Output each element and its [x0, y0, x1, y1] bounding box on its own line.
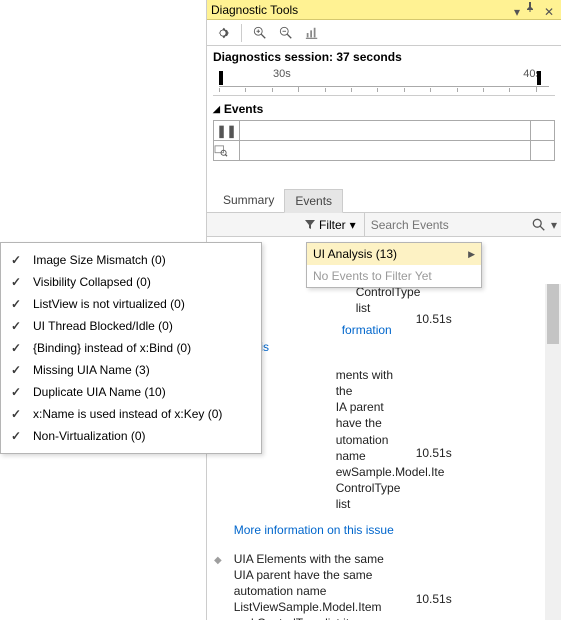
chevron-right-icon: ▶: [468, 249, 475, 260]
funnel-icon: [305, 220, 315, 230]
zoom-in-icon[interactable]: [248, 22, 272, 44]
check-icon: ✓: [11, 363, 23, 377]
zoom-out-icon[interactable]: [274, 22, 298, 44]
tab-summary[interactable]: Summary: [213, 189, 284, 212]
scroll-thumb[interactable]: [547, 284, 559, 344]
submenu-item[interactable]: ✓Duplicate UIA Name (10): [1, 381, 261, 403]
dropdown-icon[interactable]: ▾: [509, 2, 525, 18]
filter-button[interactable]: Filter ▾: [297, 213, 365, 237]
events-grid: ❚❚: [213, 120, 555, 161]
info-link[interactable]: More information on this issue: [234, 523, 394, 537]
event-time: 10.51s: [416, 312, 452, 326]
chart-icon[interactable]: [300, 22, 324, 44]
timeline-tick: 30s: [273, 68, 291, 80]
submenu-item[interactable]: ✓Visibility Collapsed (0): [1, 271, 261, 293]
submenu-item[interactable]: ✓Image Size Mismatch (0): [1, 249, 261, 271]
submenu-item[interactable]: ✓Missing UIA Name (3): [1, 359, 261, 381]
titlebar: Diagnostic Tools ▾ ✕: [207, 0, 561, 20]
check-icon: ✓: [11, 297, 23, 311]
check-icon: ✓: [11, 319, 23, 333]
events-header[interactable]: ◢ Events: [213, 102, 555, 116]
search-icon[interactable]: [532, 218, 547, 232]
filter-flyout: UI Analysis (13) ▶ No Events to Filter Y…: [306, 242, 482, 288]
event-time: 10.51s: [416, 446, 452, 460]
filter-submenu: ✓Image Size Mismatch (0) ✓Visibility Col…: [0, 242, 262, 454]
check-icon: ✓: [11, 253, 23, 267]
pin-icon[interactable]: [525, 2, 541, 18]
check-icon: ✓: [11, 385, 23, 399]
list-item: ◆ UIA Elements with the same UIA parent …: [214, 551, 561, 620]
list-item: ◆ ments with the IA parent have the utom…: [214, 367, 561, 539]
search-options-icon[interactable]: ▾: [547, 218, 561, 232]
scrollbar[interactable]: [545, 284, 561, 620]
submenu-item[interactable]: ✓Non-Virtualization (0): [1, 425, 261, 447]
timeline-marker[interactable]: [537, 71, 541, 85]
event-time: 10.51s: [416, 592, 452, 606]
window-title: Diagnostic Tools: [211, 0, 509, 20]
session-label: Diagnostics session: 37 seconds: [207, 46, 561, 68]
timeline-marker[interactable]: [219, 71, 223, 85]
submenu-item[interactable]: ✓{Binding} instead of x:Bind (0): [1, 337, 261, 359]
check-icon: ✓: [11, 275, 23, 289]
timeline[interactable]: 30s 40s: [213, 68, 555, 96]
close-icon[interactable]: ✕: [541, 2, 557, 18]
inspect-icon[interactable]: [214, 141, 240, 161]
check-icon: ✓: [11, 341, 23, 355]
flyout-item-ui-analysis[interactable]: UI Analysis (13) ▶: [307, 243, 481, 265]
tab-events[interactable]: Events: [284, 189, 343, 213]
collapse-icon[interactable]: ◢: [213, 104, 220, 115]
check-icon: ✓: [11, 429, 23, 443]
diamond-icon: ◆: [214, 555, 222, 620]
submenu-item[interactable]: ✓x:Name is used instead of x:Key (0): [1, 403, 261, 425]
tabs: Summary Events: [207, 189, 561, 213]
gear-icon[interactable]: [211, 22, 235, 44]
check-icon: ✓: [11, 407, 23, 421]
toolbar: [207, 20, 561, 46]
submenu-item[interactable]: ✓ListView is not virtualized (0): [1, 293, 261, 315]
submenu-item[interactable]: ✓UI Thread Blocked/Idle (0): [1, 315, 261, 337]
events-title: Events: [224, 102, 263, 116]
pause-icon[interactable]: ❚❚: [214, 121, 240, 141]
filter-bar: Filter ▾ ▾: [207, 213, 561, 237]
chevron-down-icon: ▾: [350, 218, 356, 232]
filter-label: Filter: [319, 218, 346, 232]
search-input[interactable]: [365, 218, 532, 232]
list-item: ◆ ControlType list formation on this 10.…: [214, 284, 561, 355]
flyout-item-no-events: No Events to Filter Yet: [307, 265, 481, 287]
